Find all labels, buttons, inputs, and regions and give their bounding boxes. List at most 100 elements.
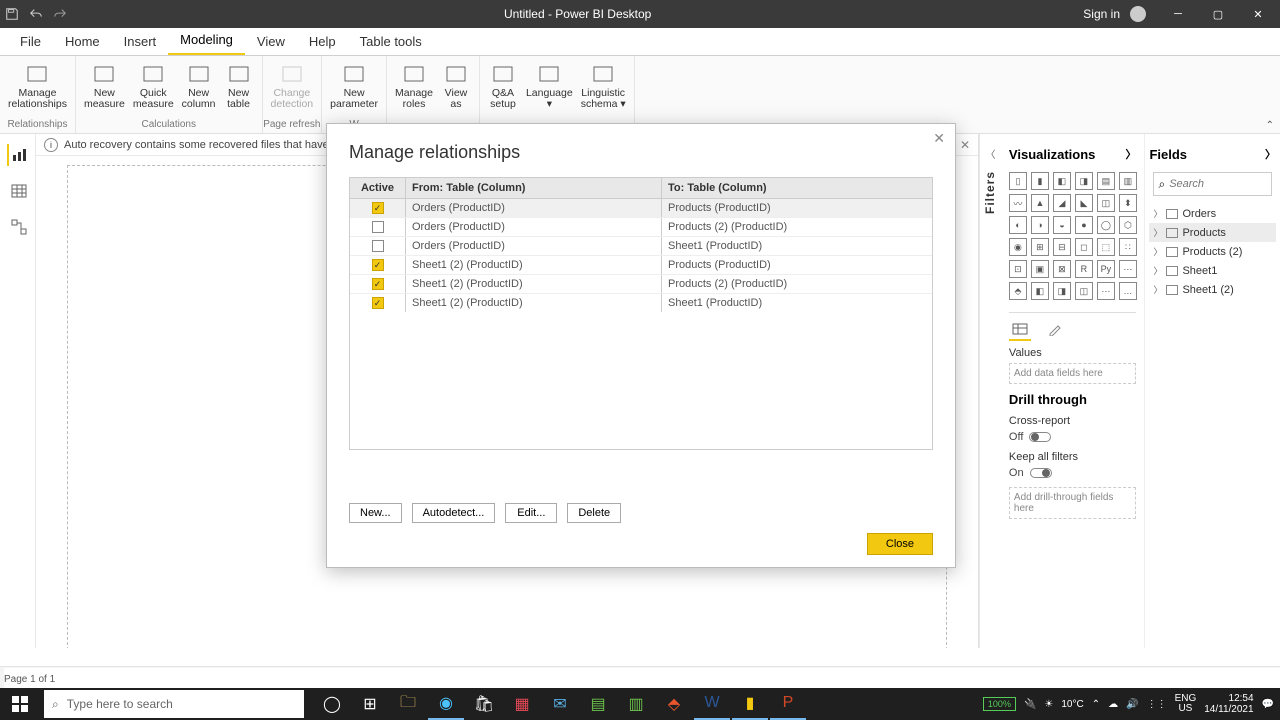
undo-icon[interactable] [24,0,48,28]
new-button[interactable]: New... [349,503,402,523]
taskbar-search[interactable]: ⌕Type here to search [44,690,304,718]
viz-item-25[interactable]: ▣ [1031,260,1049,278]
viz-item-7[interactable]: ▲ [1031,194,1049,212]
tray-expand-icon[interactable]: ⌃ [1092,699,1100,710]
minimize-button[interactable]: ─ [1160,0,1196,28]
autodetect-button[interactable]: Autodetect... [412,503,496,523]
fields-collapse-icon[interactable]: 〉 [1265,146,1276,162]
weather-icon[interactable]: ☀ [1044,699,1053,710]
wifi-icon[interactable]: ⋮⋮ [1147,699,1167,710]
tab-file[interactable]: File [8,28,53,55]
ribbon-new[interactable]: Newtable [220,60,258,118]
values-drop[interactable]: Add data fields here [1009,363,1137,384]
signin-link[interactable]: Sign in [1083,7,1120,21]
edge-icon[interactable]: ◉ [428,688,464,720]
field-sheet1-2-[interactable]: 〉Sheet1 (2) [1149,280,1276,299]
viz-item-19[interactable]: ⊞ [1031,238,1049,256]
explorer-icon[interactable]: 🗀 [390,688,426,720]
field-sheet1[interactable]: 〉Sheet1 [1149,261,1276,280]
viz-item-20[interactable]: ⊟ [1053,238,1071,256]
ribbon-linguistic[interactable]: Linguisticschema ▾ [577,60,630,118]
viz-item-9[interactable]: ◣ [1075,194,1093,212]
viz-item-27[interactable]: R [1075,260,1093,278]
active-checkbox[interactable] [372,240,384,252]
viz-item-18[interactable]: ◉ [1009,238,1027,256]
viz-item-0[interactable]: ▯ [1009,172,1027,190]
tab-help[interactable]: Help [297,28,348,55]
tab-modeling[interactable]: Modeling [168,26,245,55]
cortana-icon[interactable]: ◯ [314,688,350,720]
close-button[interactable]: ✕ [1240,0,1276,28]
field-products-2-[interactable]: 〉Products (2) [1149,242,1276,261]
viz-item-5[interactable]: ▥ [1119,172,1137,190]
format-tab-icon[interactable] [1043,319,1065,341]
tab-table-tools[interactable]: Table tools [348,28,434,55]
viz-item-8[interactable]: ◢ [1053,194,1071,212]
tab-insert[interactable]: Insert [112,28,169,55]
power-icon[interactable]: 🔌 [1024,699,1036,710]
viz-item-3[interactable]: ◨ [1075,172,1093,190]
maximize-button[interactable]: ▢ [1200,0,1236,28]
store-icon[interactable]: 🛍 [466,688,502,720]
fields-search-input[interactable] [1169,178,1267,190]
data-view-icon[interactable] [7,180,29,202]
powerbi-icon[interactable]: ▮ [732,688,768,720]
relationship-row[interactable]: Orders (ProductID)Products (2) (ProductI… [350,218,932,237]
viz-item-6[interactable]: 〰 [1009,194,1027,212]
app-green2-icon[interactable]: ▥ [618,688,654,720]
save-icon[interactable] [0,0,24,28]
notifications-icon[interactable]: 💬 [1262,699,1274,710]
viz-item-24[interactable]: ⊡ [1009,260,1027,278]
drill-drop[interactable]: Add drill-through fields here [1009,487,1137,519]
field-orders[interactable]: 〉Orders [1149,204,1276,223]
viz-item-17[interactable]: ⬡ [1119,216,1137,234]
app-green-icon[interactable]: ▤ [580,688,616,720]
ribbon-new[interactable]: Newparameter [326,60,382,118]
viz-item-16[interactable]: ◯ [1097,216,1115,234]
redo-icon[interactable] [48,0,72,28]
powerpoint-icon[interactable]: P [770,688,806,720]
ribbon-new[interactable]: Newmeasure [80,60,129,118]
viz-item-4[interactable]: ▤ [1097,172,1115,190]
user-avatar-icon[interactable] [1130,6,1146,22]
active-checkbox[interactable] [372,221,384,233]
active-checkbox[interactable]: ✓ [372,297,384,309]
viz-collapse-icon[interactable]: 〉 [1125,146,1136,162]
ribbon-quick[interactable]: Quickmeasure [129,60,178,118]
filters-expand-icon[interactable]: 〈 [985,146,995,161]
viz-item-30[interactable]: ⬘ [1009,282,1027,300]
viz-item-33[interactable]: ◫ [1075,282,1093,300]
viz-item-10[interactable]: ◫ [1097,194,1115,212]
viz-item-29[interactable]: ⋯ [1119,260,1137,278]
dialog-close-icon[interactable]: ✕ [933,130,945,147]
mail-icon[interactable]: ✉ [542,688,578,720]
viz-item-28[interactable]: Py [1097,260,1115,278]
ribbon-collapse-icon[interactable]: ⌃ [1266,120,1274,131]
cross-report-toggle[interactable] [1029,432,1051,442]
active-checkbox[interactable]: ✓ [372,202,384,214]
ribbon-manage[interactable]: Managerelationships [4,60,71,118]
onedrive-icon[interactable]: ☁ [1108,699,1118,710]
relationship-row[interactable]: ✓Sheet1 (2) (ProductID)Sheet1 (ProductID… [350,294,932,312]
tab-home[interactable]: Home [53,28,112,55]
active-checkbox[interactable]: ✓ [372,278,384,290]
relationship-row[interactable]: ✓Orders (ProductID)Products (ProductID) [350,199,932,218]
ribbon-q-a[interactable]: Q&Asetup [484,60,522,118]
report-view-icon[interactable] [7,144,29,166]
relationship-row[interactable]: ✓Sheet1 (2) (ProductID)Products (Product… [350,256,932,275]
lang-2[interactable]: US [1175,704,1197,714]
field-products[interactable]: 〉Products [1149,223,1276,242]
viz-item-22[interactable]: ⬚ [1097,238,1115,256]
viz-item-21[interactable]: ◻ [1075,238,1093,256]
active-checkbox[interactable]: ✓ [372,259,384,271]
viz-item-31[interactable]: ◧ [1031,282,1049,300]
viz-item-34[interactable]: ⋯ [1097,282,1115,300]
ribbon-language[interactable]: Language▾ [522,60,577,118]
fields-tab-icon[interactable] [1009,319,1031,341]
ribbon-view[interactable]: Viewas [437,60,475,118]
viz-item-13[interactable]: ◑ [1031,216,1049,234]
edit-button[interactable]: Edit... [505,503,557,523]
viz-item-1[interactable]: ▮ [1031,172,1049,190]
office-icon[interactable]: ⬘ [656,688,692,720]
taskview-icon[interactable]: ⊞ [352,688,388,720]
